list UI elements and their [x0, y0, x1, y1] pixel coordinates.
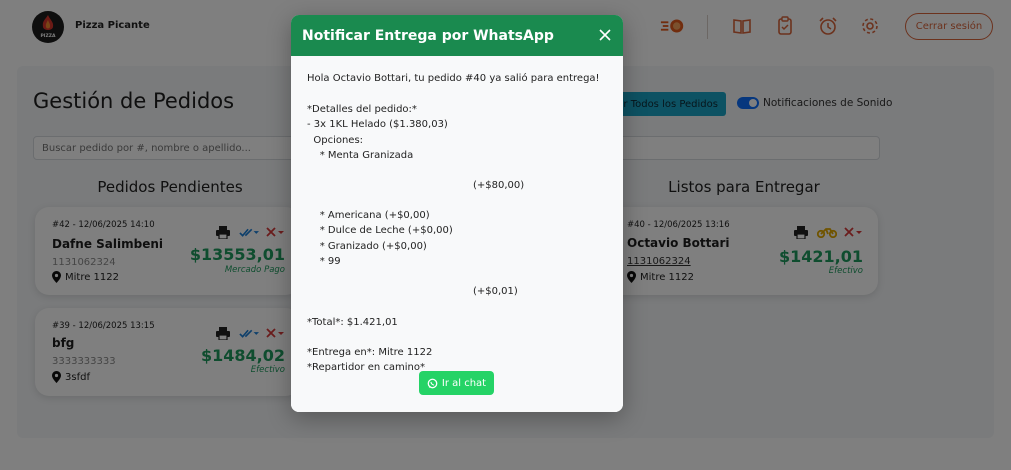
message-line: * Menta Granizada: [307, 150, 414, 161]
go-to-chat-label: Ir al chat: [441, 377, 487, 389]
message-line: (+$0,01): [473, 286, 518, 297]
message-line: *Entrega en*: Mitre 1122: [307, 347, 433, 358]
whatsapp-notify-modal: Notificar Entrega por WhatsApp Hola Octa…: [291, 15, 623, 412]
go-to-chat-button[interactable]: Ir al chat: [419, 371, 494, 395]
close-icon[interactable]: [597, 27, 613, 43]
message-line: * 99: [307, 256, 341, 267]
message-line: * Americana (+$0,00): [307, 210, 430, 221]
message-line: - 3x 1KL Helado ($1.380,03): [307, 119, 448, 130]
message-line: *Repartidor en camino*: [307, 362, 425, 373]
whatsapp-icon: [427, 378, 438, 388]
message-line: (+$80,00): [473, 180, 525, 191]
message-preview: Hola Octavio Bottari, tu pedido #40 ya s…: [291, 56, 623, 412]
modal-title: Notificar Entrega por WhatsApp: [302, 28, 554, 44]
message-line: *Total*: $1.421,01: [307, 317, 398, 328]
message-line: Hola Octavio Bottari, tu pedido #40 ya s…: [307, 73, 600, 84]
modal-header: Notificar Entrega por WhatsApp: [291, 15, 623, 56]
message-line: *Detalles del pedido:*: [307, 104, 417, 115]
message-line: * Granizado (+$0,00): [307, 241, 427, 252]
message-line: Opciones:: [307, 135, 364, 146]
message-line: * Dulce de Leche (+$0,00): [307, 225, 453, 236]
